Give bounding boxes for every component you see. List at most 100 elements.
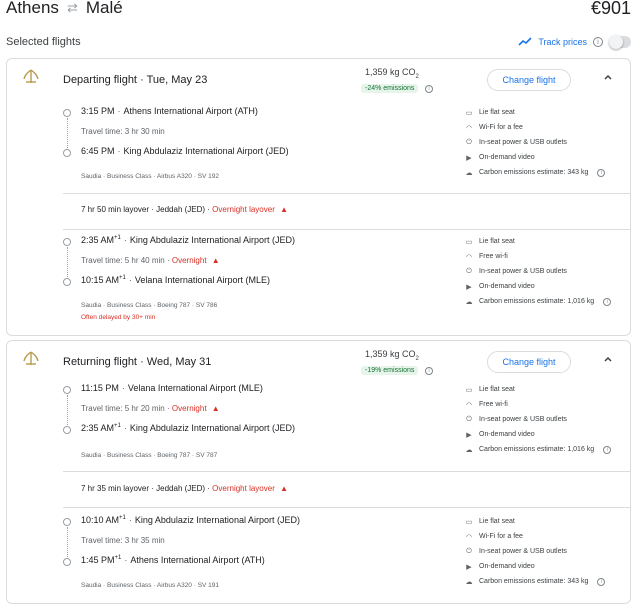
amenity-label: Free wi-fi bbox=[479, 401, 508, 408]
amenity-label: In-seat power & USB outlets bbox=[479, 268, 567, 275]
amenity-label: Lie flat seat bbox=[479, 238, 515, 245]
destination-city: Malé bbox=[85, 0, 123, 17]
layover-text: 7 hr 50 min layover · Jeddah (JED) · bbox=[81, 205, 210, 214]
amenity-label: On-demand video bbox=[479, 563, 535, 570]
amenity-item: ☁ Carbon emissions estimate: 343 kg i bbox=[465, 574, 606, 589]
amenity-item: ▭ Lie flat seat bbox=[465, 234, 611, 249]
layover-warning: Overnight layover bbox=[212, 484, 275, 493]
warning-icon: ▲ bbox=[211, 256, 220, 265]
next-day-indicator: +1 bbox=[119, 275, 126, 281]
section-title: Selected flights bbox=[6, 36, 81, 48]
change-flight-button[interactable]: Change flight bbox=[487, 351, 571, 373]
emissions-badge: -19% emissions bbox=[361, 366, 419, 375]
route-line bbox=[66, 118, 68, 148]
amenities-list: ▭ Lie flat seat ◠ Wi-Fi for a fee ⏻ In-seat… bbox=[465, 105, 606, 180]
seat-icon: ▭ bbox=[465, 518, 473, 526]
seat-icon: ▭ bbox=[465, 386, 473, 394]
arrival-airport: Athens International Airport (ATH) bbox=[130, 555, 265, 565]
flight-date: Wed, May 31 bbox=[146, 356, 212, 368]
next-day-indicator: +1 bbox=[114, 555, 122, 561]
seat-icon: ▭ bbox=[465, 109, 473, 117]
dot-separator: · bbox=[117, 146, 121, 156]
flight-heading: Departing flight · Tue, May 23 bbox=[63, 74, 207, 86]
travel-time: Travel time: 3 hr 35 min bbox=[81, 536, 165, 545]
route-line bbox=[66, 527, 68, 557]
arrival-line: 2:35 AM+1 · King Abdulaziz International A… bbox=[81, 423, 295, 433]
departure-airport: King Abdulaziz International Airport (JE… bbox=[129, 235, 295, 245]
info-icon[interactable]: i bbox=[593, 37, 603, 47]
amenity-label: Lie flat seat bbox=[479, 109, 515, 116]
flight-details: Saudia · Business Class · Airbus A320 · … bbox=[81, 582, 220, 589]
departure-dot bbox=[63, 109, 71, 117]
arrival-dot bbox=[63, 278, 71, 286]
travel-time: Travel time: 3 hr 30 min bbox=[81, 127, 165, 136]
amenity-item: ▶ On-demand video bbox=[465, 279, 611, 294]
co2-icon: ☁ bbox=[465, 446, 473, 454]
total-price: €901 bbox=[590, 0, 631, 18]
departure-airport: Athens International Airport (ATH) bbox=[123, 106, 258, 116]
emissions-info-icon[interactable]: i bbox=[425, 85, 433, 93]
divider bbox=[63, 471, 630, 472]
arrival-line: 6:45 PM · King Abdulaziz International Air… bbox=[81, 146, 289, 156]
co2-subscript: 2 bbox=[415, 73, 419, 80]
amenity-item: ☁ Carbon emissions estimate: 343 kg i bbox=[465, 165, 606, 180]
emissions-info-icon[interactable]: i bbox=[425, 367, 433, 375]
travel-time: Travel time: 5 hr 40 min · Overnight ▲ bbox=[81, 256, 220, 265]
flight-details: Saudia · Business Class · Airbus A320 · … bbox=[81, 173, 220, 180]
travel-time: Travel time: 5 hr 20 min · Overnight ▲ bbox=[81, 404, 220, 413]
travel-time-text: Travel time: 5 hr 40 min · bbox=[81, 256, 170, 265]
route-line bbox=[66, 247, 68, 277]
card-header[interactable]: Departing flight · Tue, May 23 1,359 kg … bbox=[7, 59, 630, 103]
departure-line: 10:10 AM+1 · King Abdulaziz International … bbox=[81, 515, 300, 525]
trend-icon bbox=[518, 37, 532, 46]
video-icon: ▶ bbox=[466, 563, 472, 571]
departure-time: 3:15 PM bbox=[81, 106, 115, 116]
emissions-badge: -24% emissions bbox=[361, 84, 419, 93]
overnight-warning: Overnight bbox=[171, 256, 207, 265]
track-prices-toggle[interactable] bbox=[609, 35, 631, 49]
co2-value: 1,359 kg CO bbox=[365, 349, 416, 359]
amenity-item: ☁ Carbon emissions estimate: 1,016 kg i bbox=[465, 442, 612, 457]
amenity-item: ⏻ In-seat power & USB outlets bbox=[465, 544, 605, 559]
co2-subscript: 2 bbox=[415, 355, 419, 362]
departure-airport: Velana International Airport (MLE) bbox=[127, 383, 263, 393]
saudia-logo-icon bbox=[23, 351, 39, 365]
divider bbox=[63, 507, 630, 508]
arrival-time: 2:35 AM bbox=[81, 423, 115, 433]
co2-icon: ☁ bbox=[465, 298, 473, 306]
layover-warning: Overnight layover bbox=[212, 205, 275, 214]
arrival-line: 1:45 PM+1 · Athens International Airport (… bbox=[81, 555, 265, 565]
info-icon[interactable]: i bbox=[597, 577, 606, 586]
dot-separator: · bbox=[140, 356, 147, 368]
power-icon: ⏻ bbox=[466, 415, 472, 423]
amenity-item: ◠ Wi-Fi for a fee bbox=[465, 529, 605, 544]
amenity-item: ◠ Free wi-fi bbox=[465, 249, 611, 264]
dot-separator: · bbox=[123, 235, 127, 245]
chevron-up-icon[interactable] bbox=[602, 71, 614, 83]
video-icon: ▶ bbox=[466, 431, 472, 439]
amenity-item: ▭ Lie flat seat bbox=[465, 105, 605, 120]
power-icon: ⏻ bbox=[466, 267, 472, 275]
seat-icon: ▭ bbox=[465, 238, 473, 246]
next-day-indicator: +1 bbox=[114, 235, 121, 241]
wifi-icon: ◠ bbox=[465, 533, 473, 541]
info-icon[interactable]: i bbox=[603, 445, 612, 454]
info-icon[interactable]: i bbox=[603, 297, 612, 306]
chevron-up-icon[interactable] bbox=[602, 353, 614, 365]
delay-warning: Often delayed by 30+ min bbox=[81, 314, 156, 321]
info-icon[interactable]: i bbox=[597, 168, 606, 177]
change-flight-button[interactable]: Change flight bbox=[487, 69, 571, 91]
amenity-item: ▶ On-demand video bbox=[465, 427, 611, 442]
arrival-dot bbox=[63, 426, 71, 434]
amenities-list: ▭ Lie flat seat ◠ Free wi-fi ⏻ In-seat powe… bbox=[465, 234, 612, 309]
swap-arrows-icon: ⇄ bbox=[66, 0, 78, 15]
dot-separator: · bbox=[123, 423, 127, 433]
track-prices[interactable]: Track prices i bbox=[518, 35, 631, 49]
amenities-list: ▭ Lie flat seat ◠ Wi-Fi for a fee ⏻ In-seat… bbox=[465, 514, 606, 589]
video-icon: ▶ bbox=[466, 154, 472, 162]
amenity-label: On-demand video bbox=[479, 283, 535, 290]
amenity-label: Carbon emissions estimate: 343 kg bbox=[479, 578, 589, 585]
co2-icon: ☁ bbox=[465, 578, 473, 586]
dot-separator: · bbox=[128, 275, 132, 285]
amenity-label: Carbon emissions estimate: 1,016 kg bbox=[479, 298, 595, 305]
